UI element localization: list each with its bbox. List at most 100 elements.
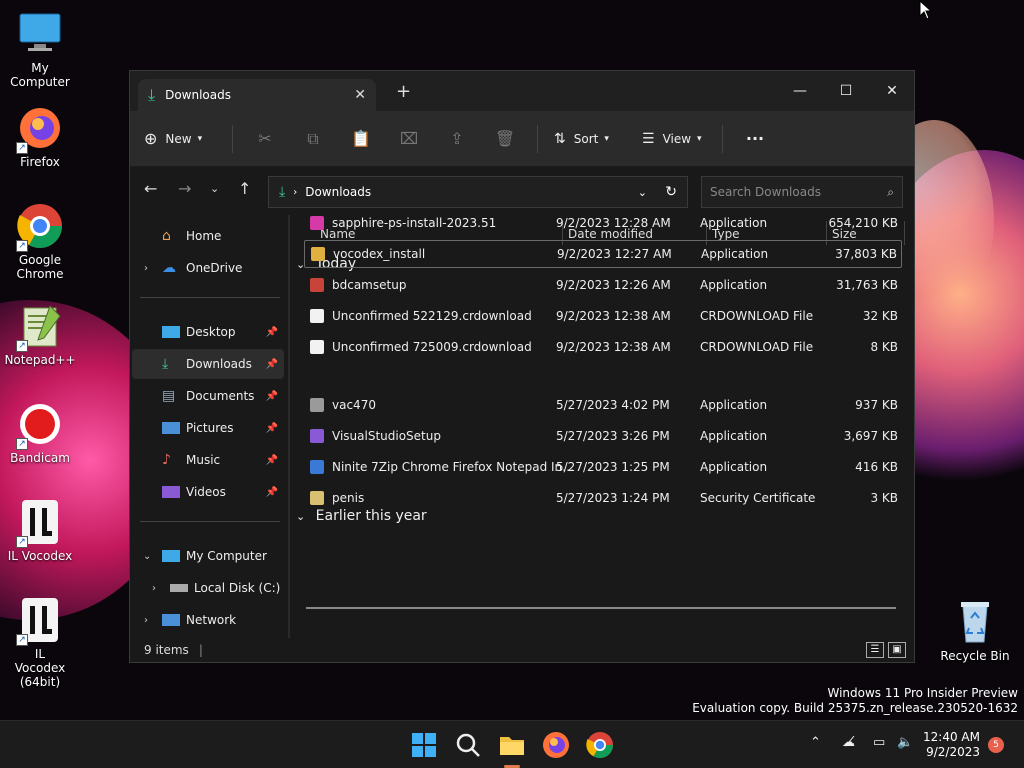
search-input[interactable]: Search Downloads ⌕ [701, 176, 903, 208]
file-date: 9/2/2023 12:38 AM [556, 309, 671, 323]
breadcrumb-chevron-icon: › [293, 186, 298, 198]
notification-badge[interactable]: 5 [988, 737, 1004, 753]
sidebar-item-home[interactable]: ⌂ Home [162, 221, 284, 251]
sidebar-item-documents[interactable]: ▤ Documents 📌 [162, 381, 284, 411]
chevron-down-icon[interactable]: ⌄ [143, 551, 151, 562]
table-row[interactable]: vac470 5/27/2023 4:02 PM Application 937 KB [304, 391, 902, 419]
sidebar-item-local-disk[interactable]: Local Disk (C:) [170, 573, 284, 603]
file-icon [310, 216, 324, 230]
show-hidden-icons[interactable]: ⌃ [810, 735, 821, 750]
clock[interactable]: 12:40 AM 9/2/2023 [923, 730, 980, 760]
search-icon [456, 733, 480, 757]
sidebar-item-onedrive[interactable]: ☁ OneDrive [162, 253, 284, 283]
file-type: CRDOWNLOAD File [700, 309, 814, 323]
file-date: 5/27/2023 1:25 PM [556, 460, 670, 474]
start-button[interactable] [408, 729, 440, 761]
chevron-right-icon[interactable]: › [144, 263, 148, 274]
recent-locations-icon[interactable]: ⌄ [210, 182, 219, 195]
title-bar[interactable]: ⤓ Downloads ✕ + — ☐ ✕ [130, 71, 914, 111]
table-row[interactable]: Unconfirmed 522129.crdownload 9/2/2023 12… [304, 302, 902, 330]
tab-downloads[interactable]: ⤓ Downloads ✕ [138, 79, 376, 111]
back-arrow-icon[interactable]: ← [144, 179, 157, 198]
cut-icon[interactable]: ✂ [241, 129, 289, 148]
tiles-view-icon[interactable]: ▣ [888, 642, 906, 658]
breadcrumb-downloads[interactable]: Downloads [305, 185, 371, 199]
file-icon [310, 309, 324, 323]
desktop-icon-recycle-bin[interactable]: Recycle Bin [935, 598, 1015, 663]
file-size: 937 KB [855, 398, 898, 412]
sidebar-item-desktop[interactable]: Desktop 📌 [162, 317, 284, 347]
download-arrow-icon: ⤓ [148, 85, 156, 104]
windows-logo-icon [412, 733, 436, 757]
file-icon [310, 278, 324, 292]
table-row[interactable]: VisualStudioSetup 5/27/2023 3:26 PM Applic… [304, 422, 902, 450]
refresh-icon[interactable]: ↻ [665, 184, 677, 200]
sidebar-item-my-computer[interactable]: My Computer [162, 541, 284, 571]
sidebar-item-network[interactable]: Network [162, 605, 284, 635]
file-type: Security Certificate [700, 491, 816, 505]
more-options-icon[interactable]: ··· [731, 129, 779, 148]
rename-icon[interactable]: ⌧ [385, 129, 433, 148]
chevron-right-icon[interactable]: › [144, 615, 148, 626]
desktop-icon-firefox[interactable]: ↗ Firefox [0, 104, 80, 169]
search-button[interactable] [452, 729, 484, 761]
desktop-icon-il-vocodex[interactable]: ↗ IL Vocodex [0, 498, 80, 563]
up-arrow-icon[interactable]: ↑ [238, 179, 251, 198]
table-row[interactable]: Unconfirmed 725009.crdownload 9/2/2023 12… [304, 333, 902, 361]
file-type: Application [700, 460, 768, 474]
share-icon[interactable]: ⇪ [433, 129, 481, 148]
table-row[interactable]: sapphire-ps-install-2023.51 9/2/2023 12:2… [304, 209, 902, 237]
file-icon [310, 340, 324, 354]
view-button[interactable]: ☰ View ▾ [630, 131, 714, 147]
sidebar-item-downloads[interactable]: ⤓ Downloads 📌 [132, 349, 284, 379]
file-type: Application [700, 398, 768, 412]
delete-icon[interactable]: 🗑 [481, 129, 529, 148]
close-tab-icon[interactable]: ✕ [354, 87, 366, 103]
file-size: 3 KB [870, 491, 898, 505]
sort-icon: ⇅ [554, 130, 566, 147]
chevron-right-icon[interactable]: › [152, 583, 156, 594]
paste-icon[interactable]: 📋 [337, 129, 385, 148]
copy-icon[interactable]: ⧉ [289, 129, 337, 149]
table-row[interactable]: bdcamsetup 9/2/2023 12:26 AM Application 31… [304, 271, 902, 299]
details-view-icon[interactable]: ☰ [866, 642, 884, 658]
table-row[interactable]: penis 5/27/2023 1:24 PM Security Certifica… [304, 484, 902, 512]
table-row[interactable]: Ninite 7Zip Chrome Firefox Notepad Inst.… [304, 453, 902, 481]
desktop-icon-chrome[interactable]: ↗ Google Chrome [0, 202, 80, 281]
address-bar-row: ← → ⌄ ↑ ⤓ › Downloads ⌄ ↻ Search Downloa… [130, 167, 914, 215]
file-icon [310, 429, 324, 443]
sidebar-item-music[interactable]: ♪ Music 📌 [162, 445, 284, 475]
taskbar-firefox[interactable] [540, 729, 572, 761]
sidebar-item-pictures[interactable]: Pictures 📌 [162, 413, 284, 443]
new-button[interactable]: ⊕ New ▾ [144, 129, 224, 148]
maximize-button[interactable]: ☐ [823, 77, 869, 105]
file-date: 5/27/2023 3:26 PM [556, 429, 670, 443]
file-date: 5/27/2023 1:24 PM [556, 491, 670, 505]
sidebar-item-videos[interactable]: Videos 📌 [162, 477, 284, 507]
minimize-button[interactable]: — [777, 77, 823, 105]
file-type: CRDOWNLOAD File [700, 340, 814, 354]
notepadpp-icon: ↗ [16, 302, 64, 352]
folder-icon [500, 737, 524, 755]
desktop-icon-il-vocodex-64[interactable]: ↗ IL Vocodex (64bit) [0, 596, 80, 689]
horizontal-scrollbar[interactable] [306, 607, 896, 609]
desktop-icon-notepadpp[interactable]: ↗ Notepad++ [0, 302, 80, 367]
address-box[interactable]: ⤓ › Downloads ⌄ ↻ [268, 176, 688, 208]
sort-button[interactable]: ⇅ Sort ▾ [546, 131, 630, 147]
bandicam-icon: ↗ [16, 400, 64, 450]
taskbar-chrome[interactable] [584, 729, 616, 761]
file-type: Application [701, 247, 769, 261]
monitor-icon [16, 10, 64, 58]
desktop-icon-my-computer[interactable]: My Computer [0, 10, 80, 89]
display-icon[interactable]: ▭ [873, 735, 885, 750]
pane-splitter[interactable] [288, 215, 290, 639]
table-row[interactable]: vocodex_install 9/2/2023 12:27 AM Applicat… [304, 240, 902, 268]
taskbar-file-explorer[interactable] [496, 729, 528, 768]
network-offline-icon[interactable]: ☁̸ [842, 735, 855, 750]
forward-arrow-icon[interactable]: → [178, 179, 191, 198]
desktop-icon-bandicam[interactable]: ↗ Bandicam [0, 400, 80, 465]
volume-icon[interactable]: 🔈 [897, 735, 913, 750]
chevron-down-icon[interactable]: ⌄ [638, 186, 647, 199]
new-tab-icon[interactable]: + [396, 81, 411, 102]
close-window-button[interactable]: ✕ [869, 77, 915, 105]
